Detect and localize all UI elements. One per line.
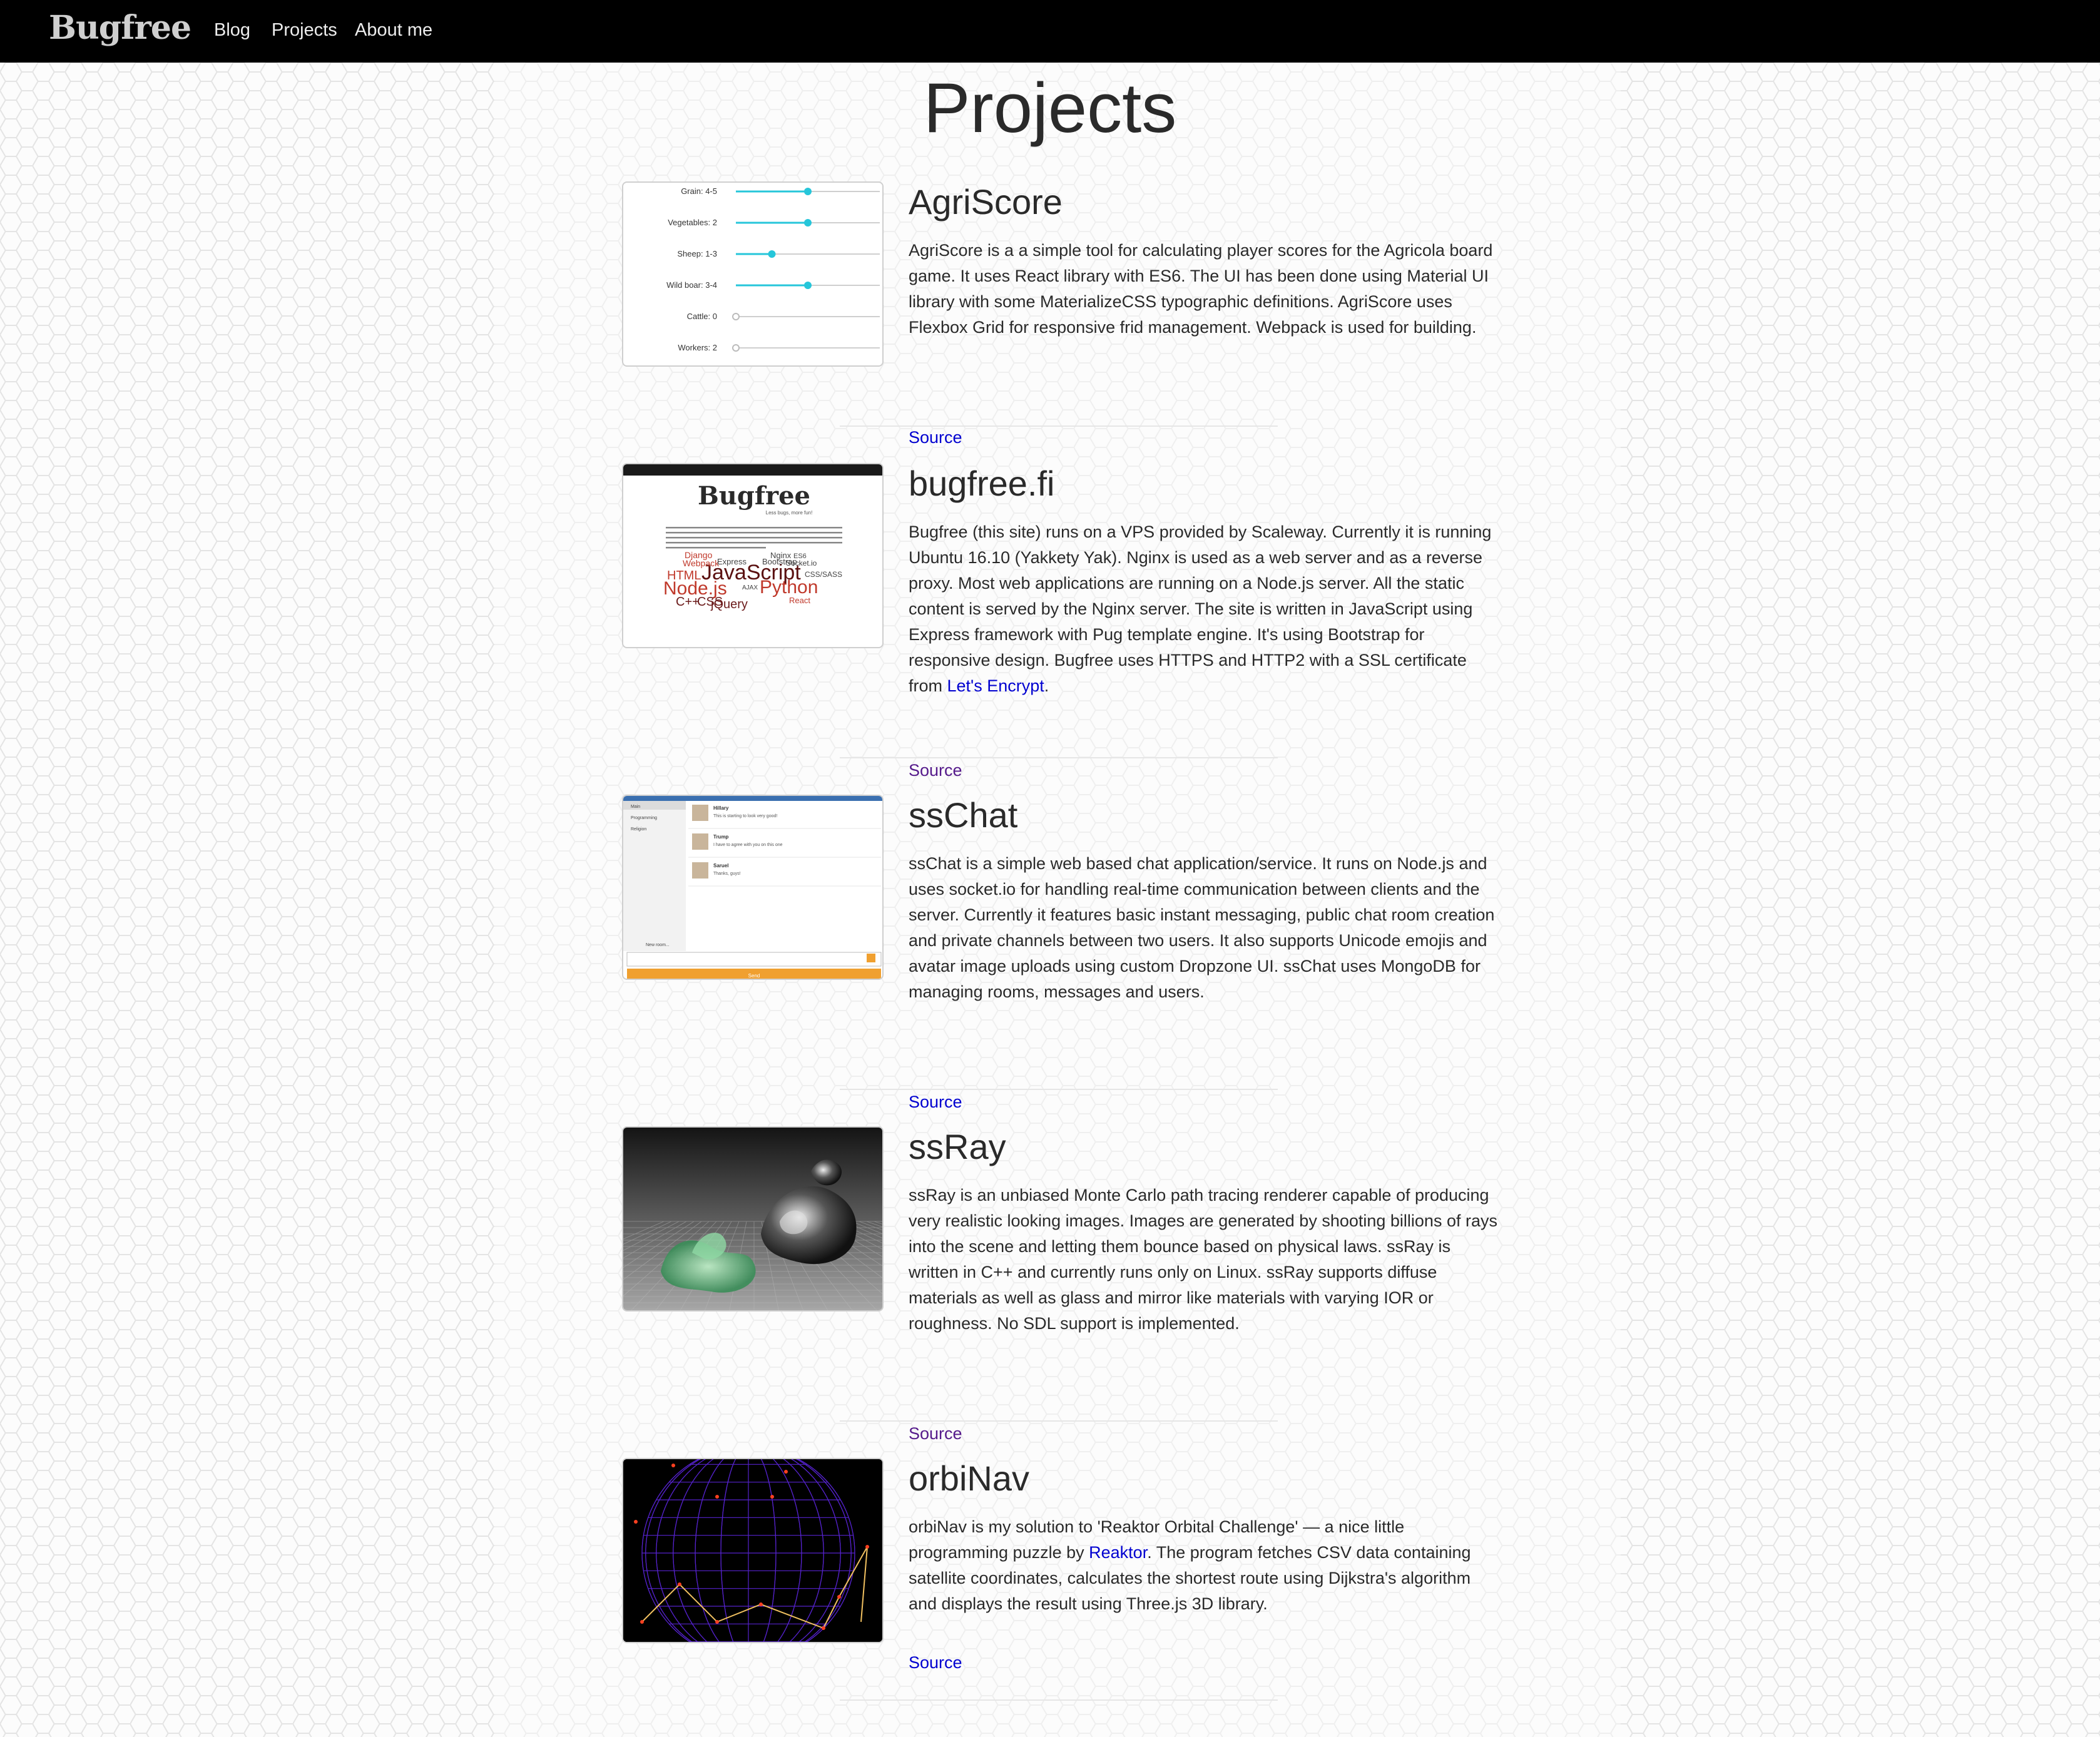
new-room-label[interactable]: New room...: [646, 943, 670, 947]
project-title: ssRay: [909, 1127, 1006, 1166]
project-title: ssChat: [909, 795, 1018, 835]
project-description: ssRay is an unbiased Monte Carlo path tr…: [909, 1183, 1503, 1337]
project-separator: [840, 425, 1278, 427]
satellite-dot: [671, 1464, 675, 1467]
description-text-end: .: [1044, 676, 1049, 695]
chat-message-text: Thanks, guys!: [713, 872, 741, 876]
bugfree-site-preview: Bugfree Less bugs, more fun! JavaScriptN…: [623, 464, 882, 611]
satellite-dot: [715, 1495, 719, 1499]
reaktor-link[interactable]: Reaktor: [1089, 1543, 1147, 1562]
word-cloud-word: Bootstrap: [762, 557, 797, 566]
thumb-brand: Bugfree: [698, 481, 810, 511]
satellite-dot: [822, 1626, 825, 1630]
word-cloud-word: Python: [760, 577, 818, 598]
source-link[interactable]: Source: [909, 761, 962, 780]
thumb-send-label: Send: [748, 973, 760, 979]
project-thumbnail-ssray[interactable]: [622, 1126, 884, 1312]
chat-room-item[interactable]: Programming: [631, 816, 657, 820]
satellite-dot: [678, 1582, 681, 1586]
project-separator: [840, 1089, 1278, 1090]
chat-username: Hillary: [713, 805, 729, 811]
brand-logo[interactable]: Bugfree: [49, 9, 191, 47]
slider-label: Grain: 4-5: [681, 186, 717, 196]
chat-room-item[interactable]: Main: [631, 805, 640, 809]
slider-thumb[interactable]: [804, 219, 812, 227]
project-thumbnail-agriscore[interactable]: Grain: 4-5 Vegetables: 2 Sheep: 1-3 Wild bo…: [622, 181, 884, 367]
page-title: Projects: [923, 69, 1177, 147]
slider-label: Cattle: 0: [687, 312, 717, 321]
chat-avatar: [692, 805, 708, 821]
satellite-dot: [837, 1595, 841, 1599]
word-cloud-word: CSS/SASS: [805, 570, 842, 579]
chat-username: Trump: [713, 834, 729, 840]
chat-avatar: [692, 833, 708, 850]
satellite-dot: [715, 1620, 719, 1624]
project-separator: [840, 757, 1278, 758]
chat-room-item[interactable]: Religion: [631, 827, 646, 832]
word-cloud-word: Express: [717, 557, 747, 566]
source-link[interactable]: Source: [909, 428, 962, 447]
satellite-dot: [634, 1520, 638, 1524]
source-link[interactable]: Source: [909, 1653, 962, 1673]
project-title: orbiNav: [909, 1459, 1029, 1498]
source-link[interactable]: Source: [909, 1093, 962, 1112]
chat-message-text: I have to agree with you on this one: [713, 843, 783, 847]
chat-avatar: [692, 862, 708, 879]
chat-message-text: This is starting to look very good!: [713, 814, 777, 818]
project-separator: [840, 1699, 1278, 1701]
project-thumbnail-bugfree[interactable]: Bugfree Less bugs, more fun! JavaScript N…: [622, 463, 884, 648]
word-cloud-word: React: [789, 596, 810, 605]
project-description: ssChat is a simple web based chat applic…: [909, 851, 1503, 1005]
top-navbar: Bugfree Blog Projects About me: [0, 0, 2100, 63]
slider-thumb[interactable]: [768, 250, 776, 258]
word-cloud-word: HTML: [667, 569, 701, 583]
project-thumbnail-orbinav[interactable]: [622, 1458, 884, 1643]
nav-link-about-me[interactable]: About me: [355, 20, 432, 41]
nav-link-projects[interactable]: Projects: [272, 20, 337, 41]
slider-label: Vegetables: 2: [668, 218, 717, 227]
main-content: Projects Grain: 4-5 Vegetables: 2 Sheep: 1…: [0, 63, 2100, 1737]
project-description: AgriScore is a a simple tool for calcula…: [909, 238, 1503, 340]
project-separator: [840, 1420, 1278, 1422]
sschat-app-preview: Main Programming Religion New room... Hilla…: [623, 796, 882, 979]
slider-label: Sheep: 1-3: [677, 249, 717, 258]
ssray-render-image: [623, 1128, 882, 1310]
satellite-dot: [865, 1545, 869, 1549]
agriscore-slider-preview: Grain: 4-5 Vegetables: 2 Sheep: 1-3 Wild bo…: [666, 186, 880, 352]
word-cloud-word: jQuery: [710, 598, 748, 611]
slider-label: Workers: 2: [678, 343, 717, 352]
project-title: bugfree.fi: [909, 464, 1055, 503]
description-text: AgriScore is a a simple tool for calcula…: [909, 241, 1493, 337]
slider-thumb[interactable]: [804, 188, 812, 195]
word-cloud-word: AJAX: [742, 584, 758, 591]
description-text: Bugfree (this site) runs on a VPS provid…: [909, 522, 1492, 695]
slider-thumb[interactable]: [732, 313, 740, 320]
slider-label: Wild boar: 3-4: [666, 280, 717, 290]
satellite-dot: [640, 1620, 644, 1624]
project-title: AgriScore: [909, 182, 1063, 222]
project-thumbnail-sschat[interactable]: Main Programming Religion New room... Hilla…: [622, 795, 884, 980]
satellite-dot: [759, 1602, 763, 1606]
word-cloud-word: C++: [676, 595, 700, 609]
thumb-tagline: Less bugs, more fun!: [766, 510, 813, 516]
project-description: orbiNav is my solution to 'Reaktor Orbit…: [909, 1514, 1503, 1617]
orbinav-globe-preview: [623, 1459, 882, 1642]
slider-thumb[interactable]: [732, 344, 740, 352]
satellite-dot: [784, 1470, 788, 1474]
satellite-dot: [770, 1495, 774, 1499]
lets-encrypt-link[interactable]: Let's Encrypt: [947, 676, 1044, 695]
chat-username: Saruel: [713, 863, 728, 868]
word-cloud-word: Webpack: [683, 558, 720, 568]
description-text: ssRay is an unbiased Monte Carlo path tr…: [909, 1186, 1497, 1333]
nav-link-blog[interactable]: Blog: [214, 20, 250, 41]
description-text: ssChat is a simple web based chat applic…: [909, 854, 1495, 1001]
source-link[interactable]: Source: [909, 1424, 962, 1444]
slider-thumb[interactable]: [804, 282, 812, 289]
project-description: Bugfree (this site) runs on a VPS provid…: [909, 519, 1503, 699]
